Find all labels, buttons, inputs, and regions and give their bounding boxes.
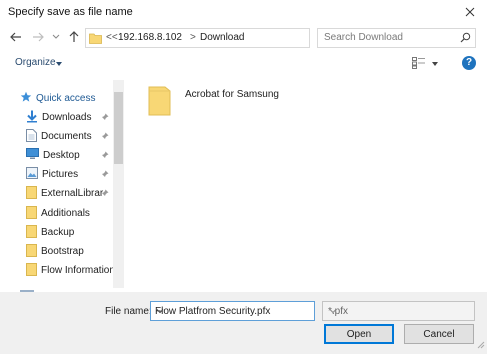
navigation-bar: << 192.168.8.102 > Download Search Downl…	[0, 26, 487, 50]
sidebar-item-label: Backup	[41, 227, 75, 238]
sidebar-item-label: Documents	[41, 131, 92, 142]
address-bar[interactable]: << 192.168.8.102 > Download	[85, 28, 389, 48]
folder-icon	[26, 262, 37, 279]
search-icon[interactable]	[460, 32, 471, 46]
search-placeholder: Search Download	[324, 32, 403, 43]
pin-icon[interactable]	[101, 170, 109, 181]
sidebar-item-label: Bootstrap	[41, 246, 84, 257]
window-title: Specify save as file name	[8, 6, 133, 18]
chevron-down-icon[interactable]	[155, 306, 311, 319]
breadcrumb-segment[interactable]: 192.168.8.102	[118, 32, 182, 43]
sidebar-item-additionals[interactable]: Additionals	[26, 204, 90, 223]
help-icon[interactable]: ?	[462, 56, 476, 70]
pin-icon[interactable]	[101, 151, 109, 162]
navigation-pane: Quick access Downloads Documents Desktop	[0, 80, 125, 288]
up-icon[interactable]	[66, 29, 82, 45]
close-icon[interactable]	[461, 2, 479, 22]
sidebar-item-desktop[interactable]: Desktop	[26, 146, 113, 165]
sidebar-item-quick-access[interactable]: Quick access	[20, 89, 95, 108]
folder-icon	[26, 224, 37, 241]
sidebar-item-backup[interactable]: Backup	[26, 223, 74, 242]
star-icon	[20, 91, 32, 106]
forward-icon[interactable]	[30, 29, 46, 45]
organize-button[interactable]: Organize	[15, 57, 56, 68]
sidebar-item-label: Pictures	[42, 169, 79, 180]
sidebar-item-label: ExternalLibrar	[41, 188, 104, 199]
caret-down-icon[interactable]	[56, 62, 62, 66]
sidebar-item-pictures[interactable]: Pictures	[26, 165, 113, 184]
sidebar-item-label: Additionals	[41, 208, 90, 219]
recent-dropdown-icon[interactable]	[48, 29, 64, 45]
file-item-label[interactable]: Acrobat for Samsung	[185, 89, 279, 100]
sidebar-item-downloads[interactable]: Downloads	[26, 108, 113, 127]
filetype-select[interactable]: *.pfx	[322, 301, 475, 321]
sidebar-item-externallibrar[interactable]: ExternalLibrar	[26, 184, 113, 203]
folder-icon	[26, 243, 37, 260]
sidebar-scrollbar[interactable]	[113, 80, 124, 288]
pictures-icon	[26, 167, 38, 182]
pin-icon[interactable]	[101, 189, 109, 200]
back-icon[interactable]	[8, 29, 24, 45]
breadcrumb-separator[interactable]: >	[190, 32, 196, 43]
save-options-panel: File name: Flow Platfrom Security.pfx *.…	[0, 292, 487, 354]
documents-icon	[26, 128, 37, 145]
folder-icon	[26, 205, 37, 222]
sidebar-item-flow-information[interactable]: Flow Information	[26, 261, 113, 280]
sidebar-item-label: Downloads	[42, 112, 92, 123]
folder-icon	[26, 185, 37, 202]
cancel-button[interactable]: Cancel	[404, 324, 474, 344]
folder-icon	[89, 32, 102, 47]
view-options-dropdown-icon[interactable]	[432, 62, 438, 66]
breadcrumb-segment[interactable]: Download	[200, 32, 244, 43]
sidebar-item-label: Desktop	[43, 150, 80, 161]
breadcrumb-overflow[interactable]: <<	[106, 32, 118, 43]
open-button[interactable]: Open	[324, 324, 394, 344]
sidebar-item-documents[interactable]: Documents	[26, 127, 113, 146]
title-bar: Specify save as file name	[0, 0, 487, 26]
command-bar: Organize ?	[0, 52, 487, 76]
pin-icon[interactable]	[101, 132, 109, 143]
desktop-icon	[26, 148, 39, 163]
resize-grip-icon[interactable]	[477, 341, 485, 352]
download-arrow-icon	[26, 110, 38, 126]
chevron-down-icon[interactable]	[328, 306, 471, 319]
filename-input[interactable]: Flow Platfrom Security.pfx	[150, 301, 315, 321]
folder-icon[interactable]	[148, 86, 172, 119]
sidebar-item-label: Quick access	[36, 93, 96, 104]
sidebar-item-bootstrap[interactable]: Bootstrap	[26, 242, 84, 261]
view-options-icon[interactable]	[412, 57, 426, 72]
sidebar-item-label: Flow Information	[41, 265, 113, 276]
filename-label: File name:	[105, 306, 152, 317]
scrollbar-thumb[interactable]	[114, 92, 123, 164]
search-input[interactable]: Search Download	[317, 28, 476, 48]
pin-icon[interactable]	[101, 113, 109, 124]
